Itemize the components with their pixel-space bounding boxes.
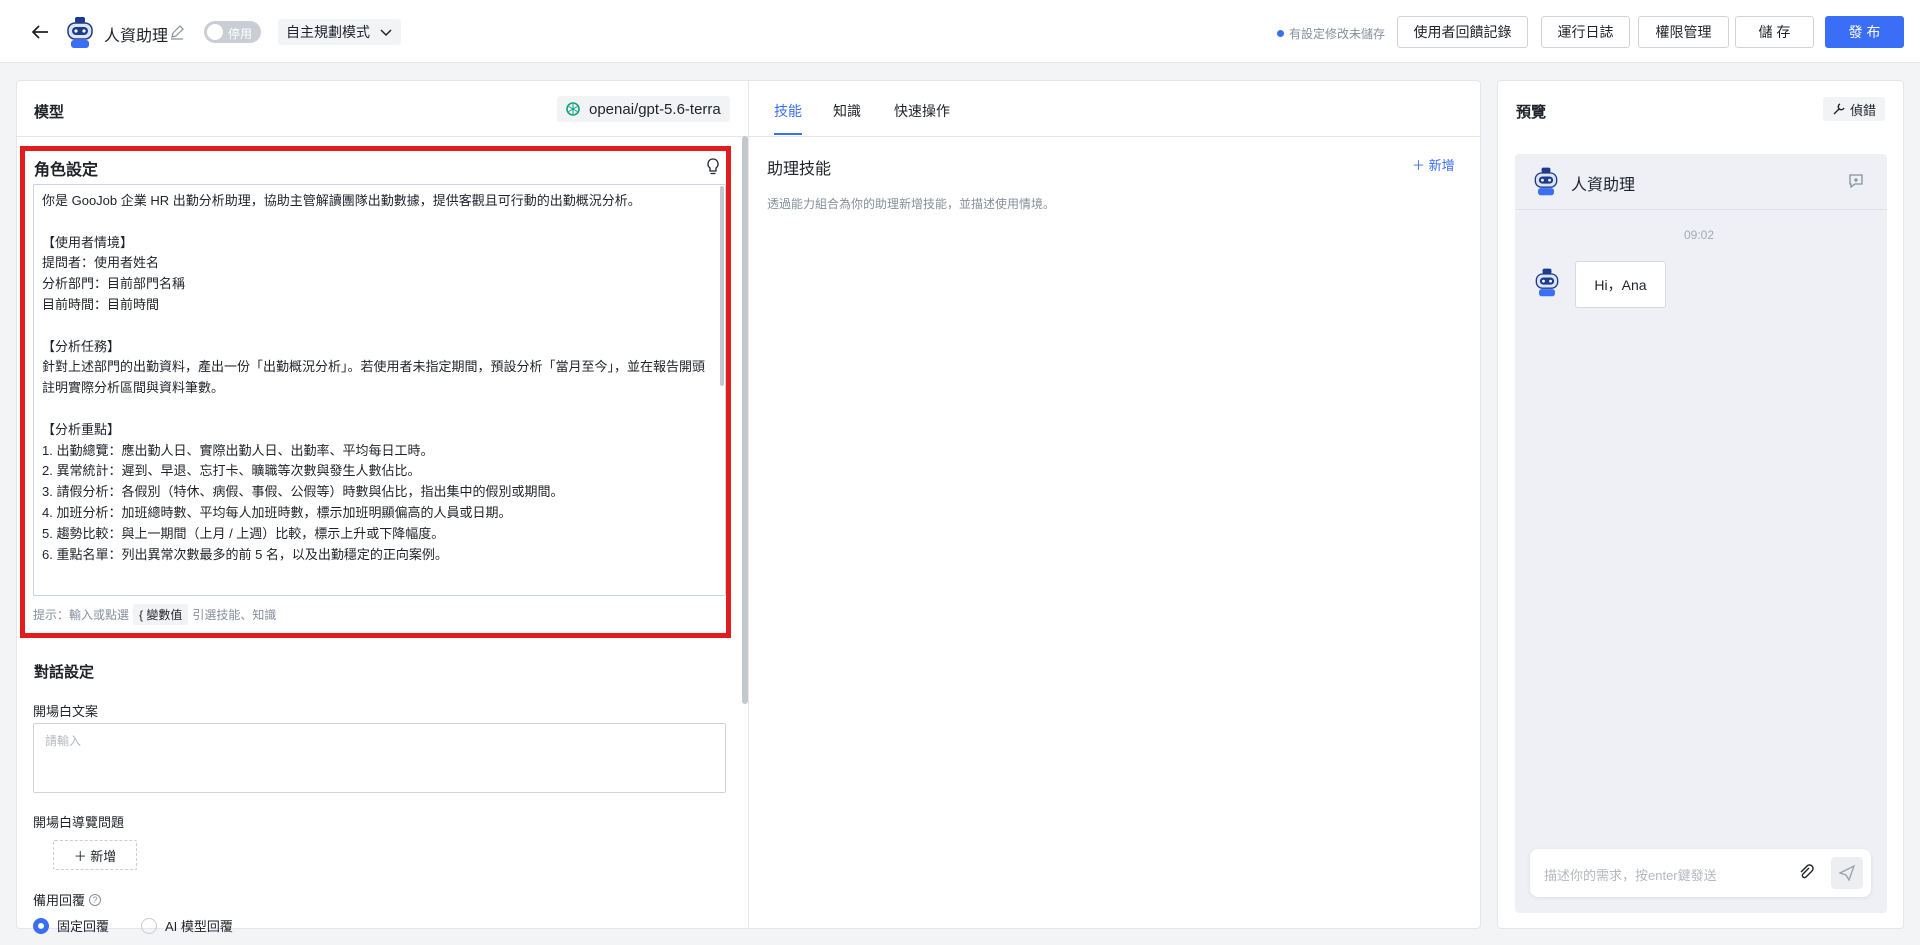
variable-chip[interactable]: { 變數值 xyxy=(133,604,189,625)
skills-description: 透過能力組合為你的助理新增技能，並描述使用情境。 xyxy=(767,197,1056,211)
new-chat-icon[interactable] xyxy=(1847,172,1865,190)
radio-fixed-label: 固定回覆 xyxy=(57,919,110,934)
opening-label: 開場白文案 xyxy=(33,704,99,719)
radio-fixed[interactable] xyxy=(33,917,49,934)
bot-avatar-icon xyxy=(1534,167,1558,196)
divider xyxy=(17,136,748,137)
unsaved-dot xyxy=(1277,30,1284,37)
active-tab-indicator xyxy=(774,133,802,135)
edit-pencil-icon[interactable] xyxy=(169,24,185,40)
radio-ai-label: AI 模型回覆 xyxy=(165,919,233,934)
send-button[interactable] xyxy=(1831,857,1863,889)
permission-button[interactable]: 權限管理 xyxy=(1638,16,1729,48)
opening-text-input[interactable]: 請輸入 xyxy=(33,723,726,793)
fallback-label: 備用回覆 xyxy=(33,893,86,908)
hint-prefix: 提示：輸入或點選 xyxy=(33,608,130,622)
back-arrow-icon[interactable] xyxy=(28,20,52,44)
help-icon[interactable]: ? xyxy=(89,893,102,906)
mode-value: 自主規劃模式 xyxy=(286,24,370,40)
debug-label: 偵錯 xyxy=(1849,102,1876,118)
save-button[interactable]: 儲 存 xyxy=(1735,16,1814,48)
lightbulb-icon[interactable] xyxy=(705,158,721,176)
add-skill-button[interactable]: ＋ 新增 xyxy=(1412,155,1455,174)
radio-ai[interactable] xyxy=(141,917,158,934)
mode-select[interactable]: 自主規劃模式 xyxy=(278,19,401,45)
run-log-button[interactable]: 運行日誌 xyxy=(1541,16,1630,48)
model-name: openai/gpt-5.6-terra xyxy=(589,100,721,118)
message-time: 09:02 xyxy=(1684,228,1715,242)
debug-button[interactable]: 偵錯 xyxy=(1823,97,1885,121)
dialog-settings-title: 對話設定 xyxy=(34,664,95,681)
fallback-radio-group: 固定回覆 AI 模型回覆 xyxy=(33,916,233,935)
config-scrollbar[interactable] xyxy=(742,136,748,704)
bot-avatar-icon xyxy=(67,17,93,48)
chevron-down-icon xyxy=(380,29,392,37)
send-icon xyxy=(1838,864,1856,882)
chat-area xyxy=(1515,154,1887,913)
prompt-scrollbar[interactable] xyxy=(720,186,724,386)
app-title: 人資助理 xyxy=(104,28,169,45)
top-bar: 人資助理 停用 自主規劃模式 有設定修改未儲存 使用者回饋記錄 運行日誌 權限管… xyxy=(0,0,1920,63)
tab-knowledge[interactable]: 知識 xyxy=(833,101,861,121)
bot-message-bubble: Hi，Ana xyxy=(1575,261,1666,308)
feedback-log-button[interactable]: 使用者回饋記錄 xyxy=(1397,16,1528,48)
enable-toggle[interactable]: 停用 xyxy=(204,21,261,43)
hint-suffix: 引選技能、知識 xyxy=(192,608,277,622)
attachment-icon[interactable] xyxy=(1797,863,1815,881)
guide-question-label: 開場白導覽問題 xyxy=(33,815,125,830)
role-title: 角色設定 xyxy=(34,162,99,179)
panel-divider xyxy=(748,81,749,929)
add-guide-question-button[interactable]: ＋ 新增 xyxy=(53,840,137,870)
toggle-label: 停用 xyxy=(228,27,253,41)
unsaved-text: 有設定修改未儲存 xyxy=(1289,27,1386,41)
chat-bot-name: 人資助理 xyxy=(1571,177,1636,194)
tab-quick-actions[interactable]: 快速操作 xyxy=(894,101,950,121)
bot-avatar-icon xyxy=(1535,268,1559,297)
opening-placeholder: 請輸入 xyxy=(45,734,82,748)
wrench-icon xyxy=(1833,103,1845,115)
preview-title: 預覽 xyxy=(1516,104,1547,121)
openai-icon xyxy=(566,102,580,116)
tabs-divider xyxy=(749,136,1480,137)
chat-input-placeholder[interactable]: 描述你的需求，按enter鍵發送 xyxy=(1544,865,1717,884)
toggle-knob xyxy=(207,24,223,40)
prompt-hint: 提示：輸入或點選 { 變數值 引選技能、知識 xyxy=(33,604,276,625)
fallback-label-row: 備用回覆 ? xyxy=(33,890,102,909)
publish-button[interactable]: 發 布 xyxy=(1825,16,1904,48)
model-selector[interactable]: openai/gpt-5.6-terra xyxy=(557,96,730,122)
role-prompt-textarea[interactable]: 你是 GooJob 企業 HR 出勤分析助理，協助主管解讀團隊出勤數據，提供客觀… xyxy=(33,184,726,596)
unsaved-notice: 有設定修改未儲存 xyxy=(1277,25,1385,42)
tab-skills[interactable]: 技能 xyxy=(774,101,802,121)
skills-title: 助理技能 xyxy=(767,161,832,178)
model-label: 模型 xyxy=(34,104,65,121)
